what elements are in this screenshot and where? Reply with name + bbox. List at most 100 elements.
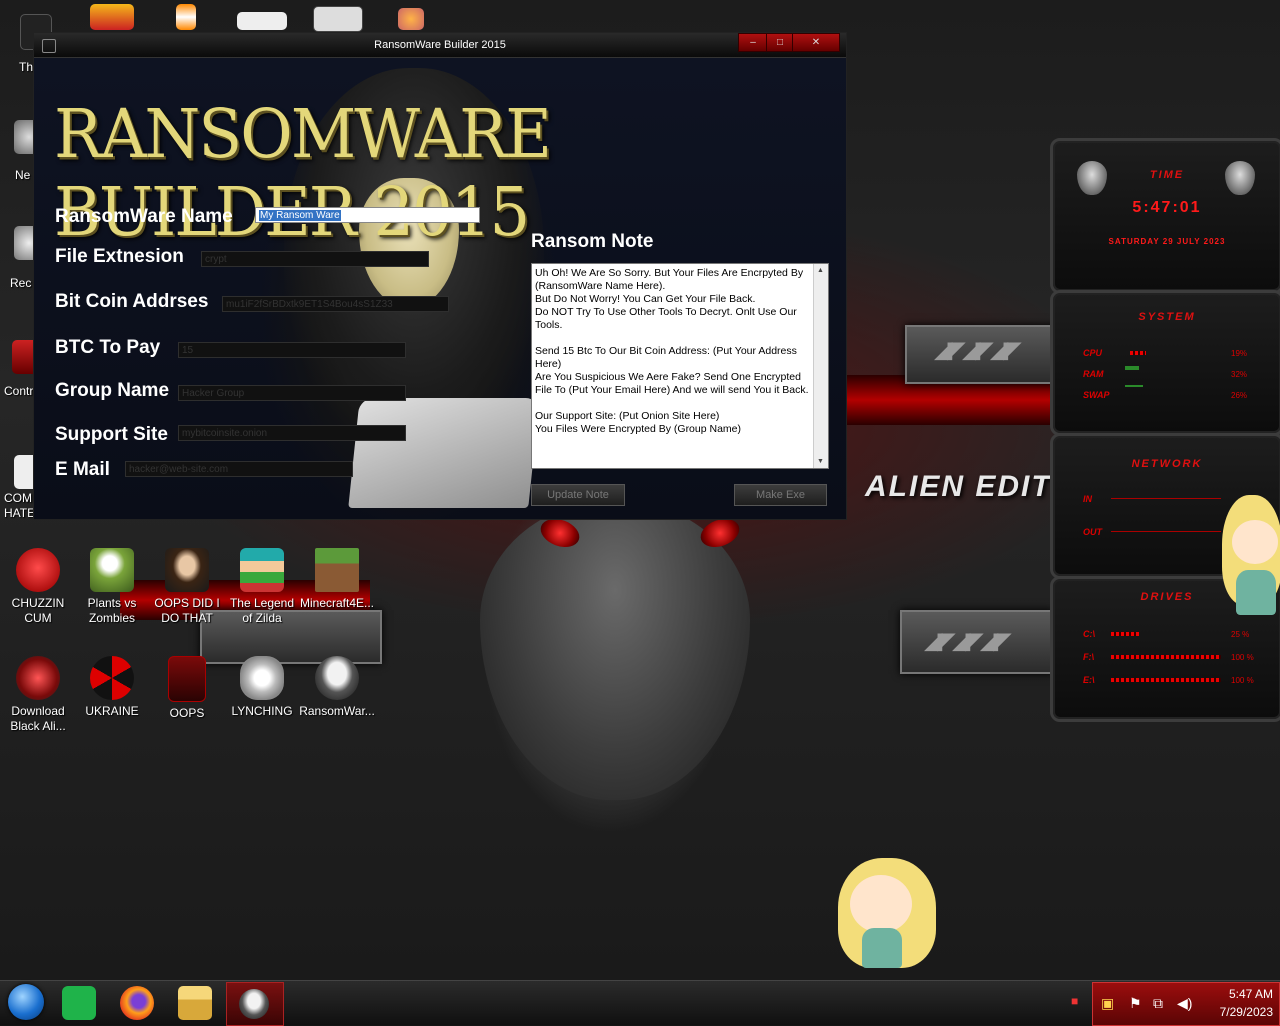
cpu-label: CPU xyxy=(1083,348,1103,358)
drive-e-value: 100 % xyxy=(1231,676,1254,685)
scroll-up-icon[interactable]: ▲ xyxy=(817,267,824,274)
desktop-icon-ransomware[interactable]: RansomWar... xyxy=(299,656,375,719)
notes-app-icon[interactable] xyxy=(62,986,96,1020)
vlc-icon[interactable] xyxy=(176,4,196,30)
desktop-icon-label: UKRAINE xyxy=(85,704,139,718)
tray-app-icon[interactable]: ▣ xyxy=(1101,995,1114,1012)
desktop-icon-label: RansomWar... xyxy=(299,704,375,718)
make-exe-button[interactable]: Make Exe xyxy=(734,484,827,506)
partial-icon-label: COM HATE xyxy=(4,491,36,520)
drive-f-label: F:\ xyxy=(1083,652,1094,662)
bitcoin-address-input[interactable]: mu1iF2fSrBDxtk9ET1S4Bou4sS1Z33 xyxy=(222,296,449,312)
desktop-icon-ukraine[interactable]: UKRAINE xyxy=(74,656,150,719)
taskbar: ■ ▣ ⚑ ⧉ ◀) 5:47 AM 7/29/2023 xyxy=(0,980,1280,1026)
cpu-bar xyxy=(1130,351,1146,355)
swap-label: SWAP xyxy=(1083,390,1110,400)
desktop-icon-label: CHUZZIN CUM xyxy=(11,596,65,625)
network-out-graph xyxy=(1111,531,1221,532)
email-label: E Mail xyxy=(55,459,110,480)
drive-f-bar xyxy=(1111,655,1221,659)
desktop-icon-oops-did-i-do-that[interactable]: OOPS DID I DO THAT xyxy=(149,548,225,626)
window-titlebar[interactable]: RansomWare Builder 2015 – □ ✕ xyxy=(34,33,846,58)
plants-vs-zombies-icon xyxy=(90,548,134,592)
app-icon[interactable] xyxy=(398,8,424,30)
desktop-icon-oops[interactable]: OOPS xyxy=(149,656,225,721)
ransomware-name-value: My Ransom Ware xyxy=(259,210,341,221)
game-icon[interactable] xyxy=(90,4,134,30)
ransomware-builder-window[interactable]: RansomWare Builder 2015 – □ ✕ RANSOMWARE… xyxy=(33,32,847,520)
group-name-label: Group Name xyxy=(55,380,170,401)
chevron-decoration: ◢◤ ◢◤ ◢◤ xyxy=(925,628,1011,653)
scroll-down-icon[interactable]: ▼ xyxy=(817,458,824,465)
network-icon[interactable]: ⧉ xyxy=(1153,995,1163,1012)
clock-time[interactable]: 5:47 AM xyxy=(1229,987,1273,1001)
window-title: RansomWare Builder 2015 xyxy=(374,39,506,51)
update-note-button[interactable]: Update Note xyxy=(531,484,625,506)
maximize-button[interactable]: □ xyxy=(766,33,794,52)
system-gadget-title: SYSTEM xyxy=(1138,311,1196,323)
flag-icon[interactable]: ⚑ xyxy=(1129,995,1142,1012)
desktop-icon-lynching[interactable]: LYNCHING xyxy=(224,656,300,719)
cpu-value: 19% xyxy=(1231,349,1248,358)
support-site-input[interactable]: mybitcoinsite.onion xyxy=(178,425,406,441)
partial-icon-label: Contr xyxy=(4,384,34,398)
system-gadget[interactable]: SYSTEM CPU 19% RAM 32% SWAP 26% xyxy=(1050,290,1280,436)
file-extension-label: File Extnesion xyxy=(55,246,184,267)
desktop-icon-plants-vs-zombies[interactable]: Plants vs Zombies xyxy=(74,548,150,626)
app-icon[interactable] xyxy=(313,6,363,32)
drive-c-value: 25 % xyxy=(1231,630,1250,639)
desktop-icon-label: OOPS xyxy=(169,706,205,720)
desktop-icon-legend-of-zilda[interactable]: The Legend of Zilda xyxy=(224,548,300,626)
desktop-icon-label: Minecraft4E... xyxy=(299,596,375,610)
swap-bar xyxy=(1125,385,1143,387)
taskbar-active-app[interactable] xyxy=(226,982,284,1026)
clock-date[interactable]: 7/29/2023 xyxy=(1220,1005,1273,1019)
btc-to-pay-input[interactable]: 15 xyxy=(178,342,406,358)
desktop-icon-download-black-alien[interactable]: Download Black Ali... xyxy=(0,656,76,734)
app-icon[interactable] xyxy=(237,12,287,30)
bitcoin-address-label: Bit Coin Addrses xyxy=(55,291,209,312)
gadget-time-value: 5:47:01 xyxy=(1132,199,1202,216)
file-explorer-icon[interactable] xyxy=(178,986,212,1020)
note-scrollbar[interactable]: ▲ ▼ xyxy=(813,264,828,468)
desktop-icon-label: Plants vs Zombies xyxy=(87,596,137,625)
email-input[interactable]: hacker@web-site.com xyxy=(125,461,353,477)
close-button[interactable]: ✕ xyxy=(792,33,840,52)
ransom-note-textarea[interactable]: Uh Oh! We Are So Sorry. But Your Files A… xyxy=(531,263,829,469)
network-in-graph xyxy=(1111,498,1221,499)
network-in-label: IN xyxy=(1083,494,1092,504)
time-gadget[interactable]: TIME 5:47:01 SATURDAY 29 JULY 2023 xyxy=(1050,138,1280,294)
start-button[interactable] xyxy=(8,984,44,1020)
app-banner: RANSOMWARE BUILDER 2015 xyxy=(54,96,552,252)
desktop-icon-minecraft[interactable]: Minecraft4E... xyxy=(299,548,375,611)
desktop-icon-chuzzin-cum[interactable]: CHUZZIN CUM xyxy=(0,548,76,626)
file-extension-input[interactable]: crypt xyxy=(201,251,429,267)
ransomware-name-label: RansomWare Name xyxy=(55,206,233,227)
chuzzle-icon xyxy=(16,548,60,592)
group-name-input[interactable]: Hacker Group xyxy=(178,385,406,401)
desktop-icon-label: Download Black Ali... xyxy=(10,704,66,733)
partial-icon-label: Ne xyxy=(15,168,31,182)
firefox-icon[interactable] xyxy=(120,986,154,1020)
skull-icon xyxy=(315,656,359,700)
show-hidden-icons[interactable]: ■ xyxy=(1071,994,1078,1008)
desktop-icon-label: The Legend of Zilda xyxy=(229,596,295,625)
minecraft-icon xyxy=(315,548,359,592)
ransomware-name-input[interactable]: My Ransom Ware xyxy=(255,207,480,223)
volume-icon[interactable]: ◀) xyxy=(1177,995,1192,1012)
emblem-icon xyxy=(240,656,284,700)
red-document-icon xyxy=(168,656,206,702)
drive-c-label: C:\ xyxy=(1083,629,1095,639)
window-client-area: RANSOMWARE BUILDER 2015 RansomWare Name … xyxy=(34,58,846,519)
desktop-icon-label: LYNCHING xyxy=(231,704,293,718)
network-gadget-title: NETWORK xyxy=(1131,458,1203,470)
time-gadget-title: TIME xyxy=(1149,169,1185,181)
drive-e-label: E:\ xyxy=(1083,675,1095,685)
laptop-graphic xyxy=(348,398,540,508)
alien-download-icon xyxy=(16,656,60,700)
drive-e-bar xyxy=(1111,678,1221,682)
portrait-icon xyxy=(165,548,209,592)
minimize-button[interactable]: – xyxy=(738,33,768,52)
ransom-note-text: Uh Oh! We Are So Sorry. But Your Files A… xyxy=(535,267,809,435)
chevron-decoration: ◢◤ ◢◤ ◢◤ xyxy=(935,337,1021,362)
